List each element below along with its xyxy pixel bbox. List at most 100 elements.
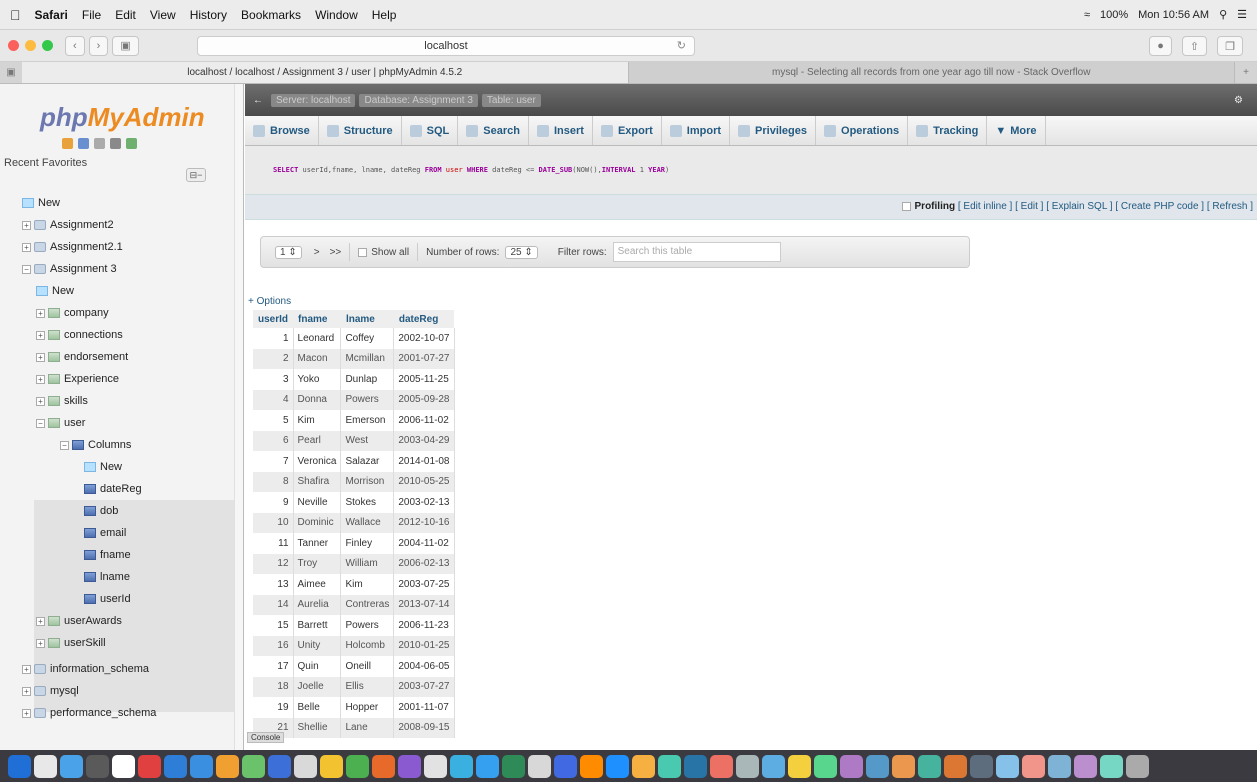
table-row[interactable]: 13 Aimee Kim 2003-07-25 [253, 574, 455, 595]
expand-icon[interactable]: − [22, 264, 31, 274]
table-row[interactable]: 2 Macon Mcmillan 2001-07-27 [253, 348, 455, 369]
tree-node[interactable]: + userSkill [36, 634, 106, 652]
tab-sql[interactable]: SQL [402, 116, 459, 145]
dock-app-icon[interactable] [424, 754, 447, 778]
expand-icon[interactable]: + [22, 686, 31, 696]
dock-app-icon[interactable] [788, 754, 811, 778]
dock-app-icon[interactable] [294, 754, 317, 778]
col-header-fname[interactable]: fname [293, 310, 341, 328]
table-cell[interactable]: Pearl [293, 430, 342, 451]
table-cell[interactable]: 2003-07-27 [393, 676, 455, 697]
tab-more[interactable]: ▼ More [987, 116, 1046, 145]
tree-node[interactable]: dob [84, 502, 118, 520]
table-cell[interactable]: 10 [253, 512, 294, 533]
dock-app-icon[interactable] [1074, 754, 1097, 778]
tree-node[interactable]: userId [84, 590, 131, 608]
minimize-window-icon[interactable] [25, 40, 36, 51]
dock-app-icon[interactable] [866, 754, 889, 778]
tab-insert[interactable]: Insert [529, 116, 593, 145]
dock-app-icon[interactable] [34, 754, 57, 778]
table-cell[interactable]: Kim [340, 574, 395, 595]
tab-structure[interactable]: Structure [319, 116, 402, 145]
table-cell[interactable]: 2006-11-23 [393, 615, 455, 636]
table-cell[interactable]: Lane [340, 717, 395, 738]
dock-app-icon[interactable] [216, 754, 239, 778]
expand-icon[interactable]: + [22, 242, 31, 252]
reload-icon[interactable]: ↻ [677, 37, 686, 55]
tree-node[interactable]: email [84, 524, 126, 542]
table-cell[interactable]: 2001-07-27 [393, 348, 455, 369]
next-page-button[interactable]: > [314, 247, 320, 258]
tree-node[interactable]: + userAwards [36, 612, 122, 630]
table-cell[interactable]: 2003-02-13 [393, 492, 455, 513]
profiling-checkbox[interactable] [901, 201, 911, 211]
sidebar-scrollbar[interactable] [234, 84, 243, 750]
table-cell[interactable]: Aimee [293, 574, 342, 595]
dock-app-icon[interactable] [346, 754, 369, 778]
tree-node[interactable]: fname [84, 546, 131, 564]
dock-app-icon[interactable] [8, 754, 31, 778]
zoom-window-icon[interactable] [42, 40, 53, 51]
table-cell[interactable]: 17 [253, 656, 294, 677]
tree-node[interactable]: − Assignment 3 [22, 260, 117, 278]
expand-icon[interactable]: + [36, 374, 45, 384]
dock-app-icon[interactable] [268, 754, 291, 778]
table-row[interactable]: 12 Troy William 2006-02-13 [253, 553, 455, 574]
table-cell[interactable]: Donna [293, 389, 342, 410]
expand-icon[interactable]: + [36, 352, 45, 362]
table-row[interactable]: 11 Tanner Finley 2004-11-02 [253, 533, 455, 554]
dock-app-icon[interactable] [86, 754, 109, 778]
spotlight-icon[interactable]: ⚲ [1219, 8, 1227, 21]
dock-app-icon[interactable] [1126, 754, 1149, 778]
wifi-icon[interactable]: ≈ [1084, 9, 1090, 21]
dock-app-icon[interactable] [138, 754, 161, 778]
page-select[interactable]: 1 ⇕ [275, 245, 302, 259]
table-cell[interactable]: Powers [340, 615, 395, 636]
table-cell[interactable]: Macon [293, 348, 342, 369]
table-cell[interactable]: Leonard [293, 328, 342, 349]
tab-stackoverflow[interactable]: mysql - Selecting all records from one y… [628, 62, 1235, 83]
table-cell[interactable]: Dominic [293, 512, 342, 533]
dock-app-icon[interactable] [164, 754, 187, 778]
tree-node[interactable]: + company [36, 304, 109, 322]
table-cell[interactable]: Troy [293, 553, 342, 574]
table-cell[interactable]: 1 [253, 328, 294, 349]
table-cell[interactable]: Contreras [340, 594, 395, 615]
breadcrumb-server[interactable]: Server: localhost [271, 93, 356, 107]
table-cell[interactable]: 2012-10-16 [393, 512, 455, 533]
table-cell[interactable]: 2003-07-25 [393, 574, 455, 595]
extension-icon[interactable]: ● [1149, 36, 1172, 56]
filter-rows-input[interactable]: Search this table [612, 242, 781, 262]
menu-file[interactable]: File [82, 8, 101, 22]
logout-icon[interactable] [78, 138, 89, 149]
dock-app-icon[interactable] [996, 754, 1019, 778]
sidebar-toggle-icon[interactable]: ▣ [112, 35, 139, 56]
dock-app-icon[interactable] [476, 754, 499, 778]
tree-node[interactable]: + Assignment2.1 [22, 238, 123, 256]
query-action-links[interactable]: [ Edit inline ] [ Edit ] [ Explain SQL ]… [958, 201, 1253, 212]
expand-icon[interactable]: + [36, 308, 45, 318]
tree-node[interactable]: + endorsement [36, 348, 128, 366]
expand-icon[interactable]: + [22, 220, 31, 230]
console-button[interactable]: Console [247, 732, 285, 743]
table-cell[interactable]: Holcomb [340, 635, 395, 656]
tab-phpmyadmin[interactable]: localhost / localhost / Assignment 3 / u… [22, 62, 629, 83]
table-row[interactable]: 4 Donna Powers 2005-09-28 [253, 389, 455, 410]
table-cell[interactable]: 2004-11-02 [393, 533, 455, 554]
dock-app-icon[interactable] [814, 754, 837, 778]
table-cell[interactable]: Shafira [293, 471, 342, 492]
menu-edit[interactable]: Edit [115, 8, 136, 22]
table-row[interactable]: 6 Pearl West 2003-04-29 [253, 430, 455, 451]
tree-node[interactable]: dateReg [84, 480, 142, 498]
table-cell[interactable]: 2 [253, 348, 294, 369]
dock-app-icon[interactable] [398, 754, 421, 778]
tree-node[interactable]: lname [84, 568, 130, 586]
gear-icon[interactable]: ⚙ [1234, 95, 1243, 106]
table-cell[interactable]: Dunlap [340, 369, 395, 390]
dock-app-icon[interactable] [658, 754, 681, 778]
table-cell[interactable]: Unity [293, 635, 342, 656]
dock-app-icon[interactable] [60, 754, 83, 778]
table-cell[interactable]: West [340, 430, 395, 451]
table-cell[interactable]: Hopper [340, 697, 395, 718]
table-row[interactable]: 14 Aurelia Contreras 2013-07-14 [253, 594, 455, 615]
